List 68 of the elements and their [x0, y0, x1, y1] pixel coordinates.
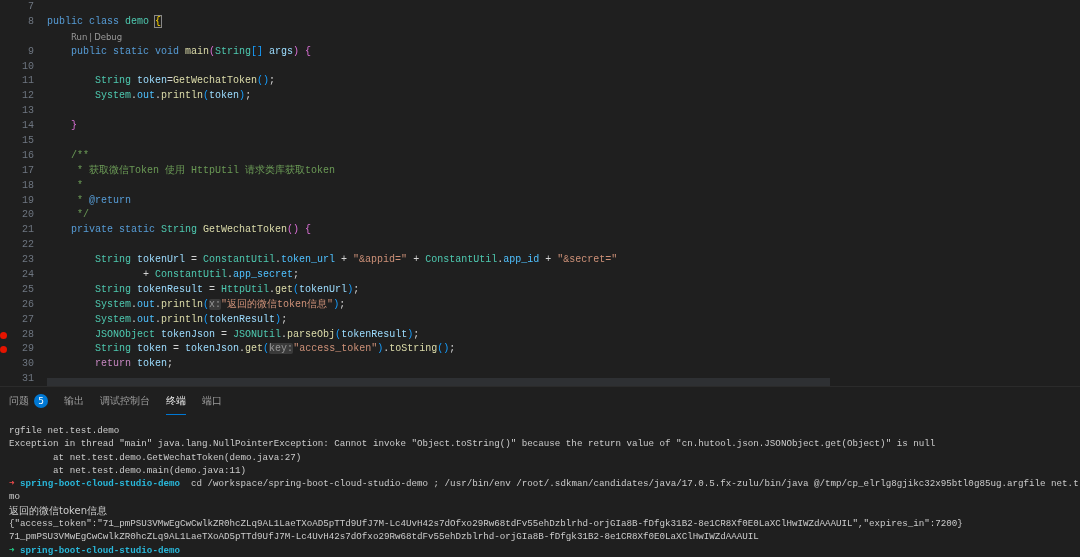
line-number: 8: [27, 14, 34, 29]
terminal-line: rgfile net.test.demo: [9, 424, 120, 438]
line-number: 28: [21, 327, 34, 342]
line-number: 7: [27, 0, 34, 14]
prompt-arrow: ➜: [9, 543, 15, 557]
line-number: 30: [21, 357, 34, 372]
line-number: 11: [21, 74, 34, 89]
line-number: 26: [21, 297, 34, 312]
prompt-arrow: ➜: [9, 477, 15, 491]
line-number: 23: [21, 253, 34, 268]
code-line: JSONObject tokenJson = JSONUtil.parseObj(tokenResult);: [94, 327, 420, 342]
panel-tab[interactable]: 终端: [166, 387, 186, 415]
code-line: public class demo {: [47, 14, 162, 29]
line-number: 12: [21, 89, 34, 104]
codelens-link[interactable]: Run: [71, 29, 88, 45]
line-number: 24: [21, 268, 34, 283]
terminal-line: Exception in thread "main" java.lang.NullPointerException: Cannot invoke "Object.toString()" because the return value of "cn.hutool.json.JSONObject.get(Object)" is null: [9, 437, 936, 451]
line-number: 18: [21, 178, 34, 193]
code-line: + ConstantUtil.app_secret;: [142, 268, 300, 283]
terminal-command: cd /workspace/spring-boot-cloud-studio-demo ; /usr/bin/env /root/.sdkman/candidates/java/17.0.5.fx-zulu/bin/java @/tmp/cp_elrlg8gjikc32x95btl0g85ug.argfile net.t: [191, 477, 1079, 491]
code-line: System.out.println(token);: [94, 89, 252, 104]
line-number: 31: [21, 372, 34, 386]
panel-tab[interactable]: 问题 5: [9, 387, 48, 415]
line-number: 27: [21, 312, 34, 327]
line-number: 14: [21, 119, 34, 134]
code-line: public static void main(String[] args) {: [70, 44, 312, 59]
terminal-line: mo: [9, 490, 21, 504]
line-number: 17: [21, 163, 34, 178]
terminal-line: 71_pmPSU3VMwEgCwCwlkZR0hcZLq9AL1LaeTXoAD5pTTd9UfJ7M-Lc4UvH42s7dOfxo29Rw68tdFv55ehDzblrhd-orjGIa8B-fDfgk31B2-8e1CR8Xf0E0LaXClHwIWZdAAAUIL: [9, 530, 759, 544]
line-number: 29: [21, 342, 34, 357]
line-number: 15: [21, 134, 34, 148]
count-badge: 5: [34, 393, 48, 408]
line-number: 9: [27, 44, 34, 59]
line-number: 10: [21, 59, 34, 74]
panel-tab[interactable]: 端口: [202, 387, 222, 415]
terminal-line: at net.test.demo.GetWechatToken(demo.java:27): [52, 450, 302, 464]
line-number: 21: [21, 223, 34, 238]
code-line: String tokenResult = HttpUtil.get(tokenUrl);: [94, 282, 360, 297]
code-line: String token=GetWechatToken();: [94, 74, 276, 89]
line-number: 25: [21, 282, 34, 297]
code-line: *: [76, 178, 83, 193]
terminal-line: 返回的微信token信息: [9, 503, 107, 518]
line-number: 22: [21, 238, 34, 253]
breakpoint-icon[interactable]: [0, 346, 7, 354]
code-line: */: [76, 208, 89, 223]
terminal-line: {"access_token":"71_pmPSU3VMwEgCwCwlkZR0hcZLq9AL1LaeTXoAD5pTTd9UfJ7M-Lc4UvH42s7dOfxo29Rw68tdFv55ehDzblrhd-orjGIa8B-fDfgk31B2-8e1CR8Xf0E0LaXClHwIWZdAAAUIL","expires_in":7200}: [9, 517, 963, 531]
line-number: 20: [21, 208, 34, 223]
code-line: * 获取微信Token 使用 HttpUtil 请求类库获取token: [76, 163, 336, 178]
panel-tab[interactable]: 调试控制台: [100, 387, 150, 415]
prompt-directory: spring-boot-cloud-studio-demo: [20, 477, 180, 491]
terminal-line: at net.test.demo.main(demo.java:11): [52, 463, 247, 478]
line-number: 13: [21, 104, 34, 119]
code-line: System.out.println(x:"返回的微信token信息");: [94, 297, 346, 312]
separator: |: [89, 30, 93, 44]
prompt-directory: spring-boot-cloud-studio-demo: [20, 543, 180, 557]
code-line: }: [70, 119, 77, 134]
code-line: /**: [70, 148, 89, 163]
line-number: 19: [21, 193, 34, 208]
code-line: private static String GetWechatToken() {: [70, 223, 312, 238]
line-number: 16: [21, 148, 34, 163]
panel-tab[interactable]: 输出: [64, 387, 84, 415]
code-line: return token;: [94, 357, 174, 372]
code-line: String tokenUrl = ConstantUtil.token_url + "&appid=" + ConstantUtil.app_id + "&secret=": [94, 253, 618, 268]
code-line: * @return: [76, 193, 132, 208]
code-line: System.out.println(tokenResult);: [94, 312, 288, 327]
code-line: String token = tokenJson.get(key:"access_token").toString();: [94, 342, 456, 357]
codelens-link[interactable]: Debug: [94, 29, 123, 45]
breakpoint-icon[interactable]: [0, 331, 7, 339]
